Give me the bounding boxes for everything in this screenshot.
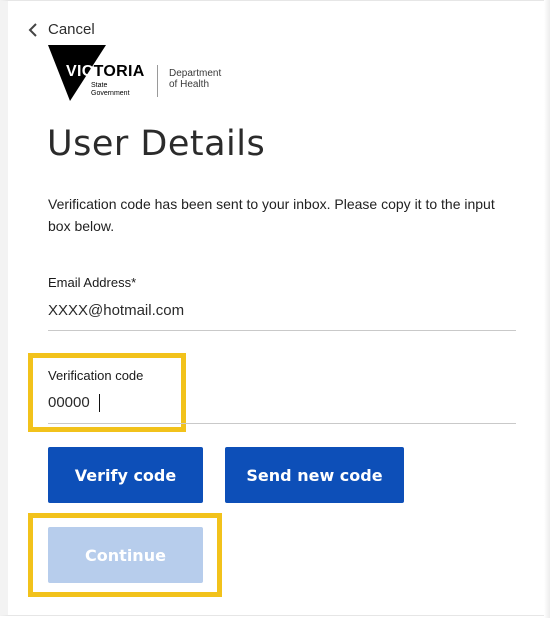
cancel-label: Cancel (48, 21, 95, 38)
email-label: Email Address* (48, 275, 137, 290)
verification-code-input[interactable] (48, 394, 428, 411)
right-edge-shadow (544, 0, 550, 618)
text-caret (99, 394, 100, 412)
verify-code-button[interactable]: Verify code (48, 447, 203, 503)
verification-code-label: Verification code (48, 368, 144, 383)
instructions-text: Verification code has been sent to your … (48, 196, 495, 234)
email-underline (48, 330, 516, 331)
email-field[interactable] (48, 302, 488, 319)
department-name: Department of Health (169, 68, 222, 90)
code-field-highlight (28, 353, 186, 432)
page-title: User Details (47, 124, 266, 164)
logo-subtitle: State Government (91, 82, 130, 97)
victoria-government-logo: VICTORIA State Government Department of … (48, 45, 248, 105)
logo-divider (157, 65, 158, 97)
logo-wordmark: VICTORIA (66, 63, 145, 80)
cancel-link[interactable]: Cancel (26, 21, 95, 38)
chevron-left-icon (28, 22, 37, 37)
continue-button[interactable]: Continue (48, 527, 203, 583)
send-new-code-button[interactable]: Send new code (225, 447, 404, 503)
code-underline (48, 423, 516, 424)
